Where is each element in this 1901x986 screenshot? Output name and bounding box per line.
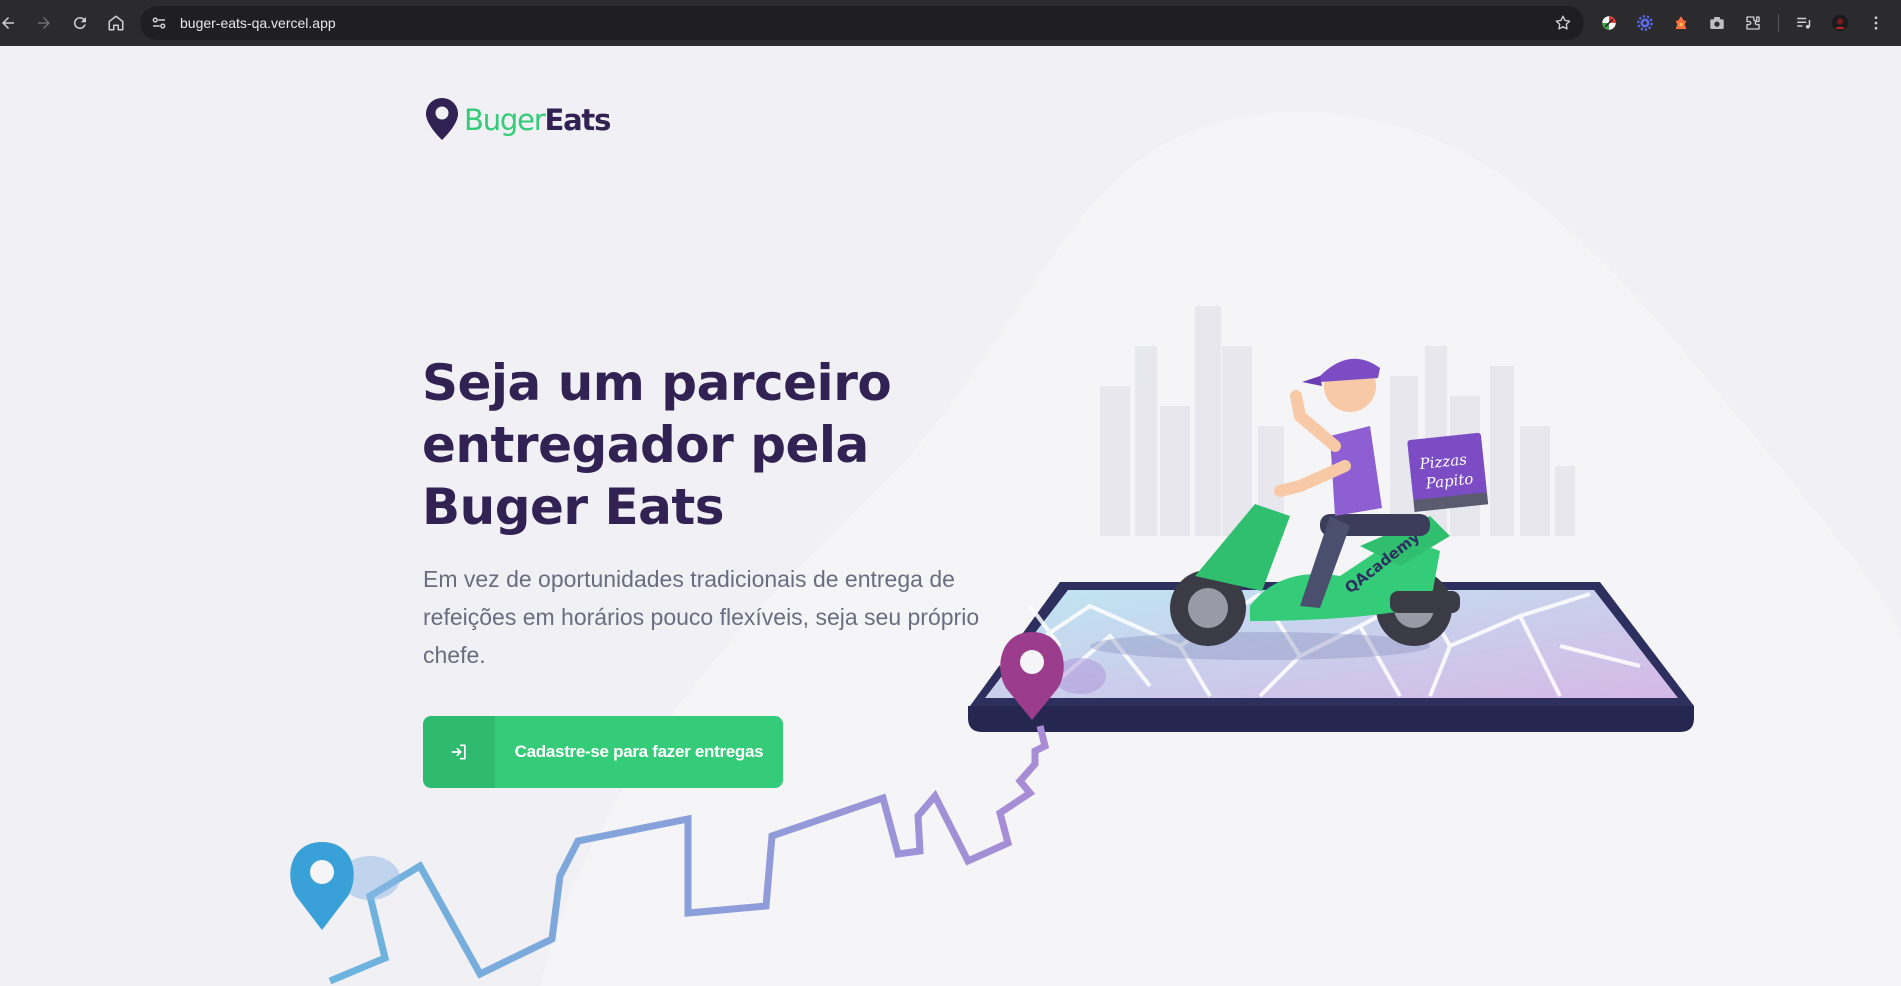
browser-menu-icon[interactable] bbox=[1863, 10, 1889, 36]
signup-delivery-label: Cadastre-se para fazer entregas bbox=[514, 742, 764, 761]
url-text[interactable]: buger-eats-qa.vercel.app bbox=[180, 15, 336, 31]
site-info-icon[interactable] bbox=[146, 10, 172, 36]
back-button[interactable] bbox=[0, 9, 22, 37]
landing-page: BugerEats QAcademy Pizzas Papito Seja um… bbox=[0, 46, 1901, 986]
browser-toolbar: buger-eats-qa.vercel.app bbox=[0, 0, 1901, 46]
media-icon[interactable] bbox=[1791, 10, 1817, 36]
hero-title: Seja um parceiro entregador pela Buger E… bbox=[422, 354, 892, 536]
extension-fox-icon[interactable] bbox=[1668, 10, 1694, 36]
toolbar-separator bbox=[1778, 14, 1779, 32]
reload-button[interactable] bbox=[66, 9, 94, 37]
extensions-icon[interactable] bbox=[1740, 10, 1766, 36]
reload-icon bbox=[73, 17, 86, 30]
home-button[interactable] bbox=[102, 9, 130, 37]
extension-color-icon[interactable] bbox=[1596, 10, 1622, 36]
address-bar[interactable]: buger-eats-qa.vercel.app bbox=[140, 6, 1584, 40]
back-icon bbox=[2, 17, 14, 29]
extension-gear-icon[interactable] bbox=[1632, 10, 1658, 36]
bookmark-star-icon[interactable] bbox=[1552, 12, 1574, 34]
signup-delivery-button[interactable]: Cadastre-se para fazer entregas bbox=[423, 716, 783, 788]
start-location-pin-icon bbox=[290, 842, 400, 930]
forward-icon bbox=[38, 17, 50, 29]
extensions-bar bbox=[1596, 8, 1889, 38]
forward-button[interactable] bbox=[30, 9, 58, 37]
profile-avatar[interactable] bbox=[1827, 10, 1853, 36]
extension-camera-icon[interactable] bbox=[1704, 10, 1730, 36]
hero-subtitle: Em vez de oportunidades tradicionais de … bbox=[423, 566, 980, 668]
home-icon bbox=[108, 15, 124, 31]
sign-in-icon bbox=[423, 716, 495, 788]
